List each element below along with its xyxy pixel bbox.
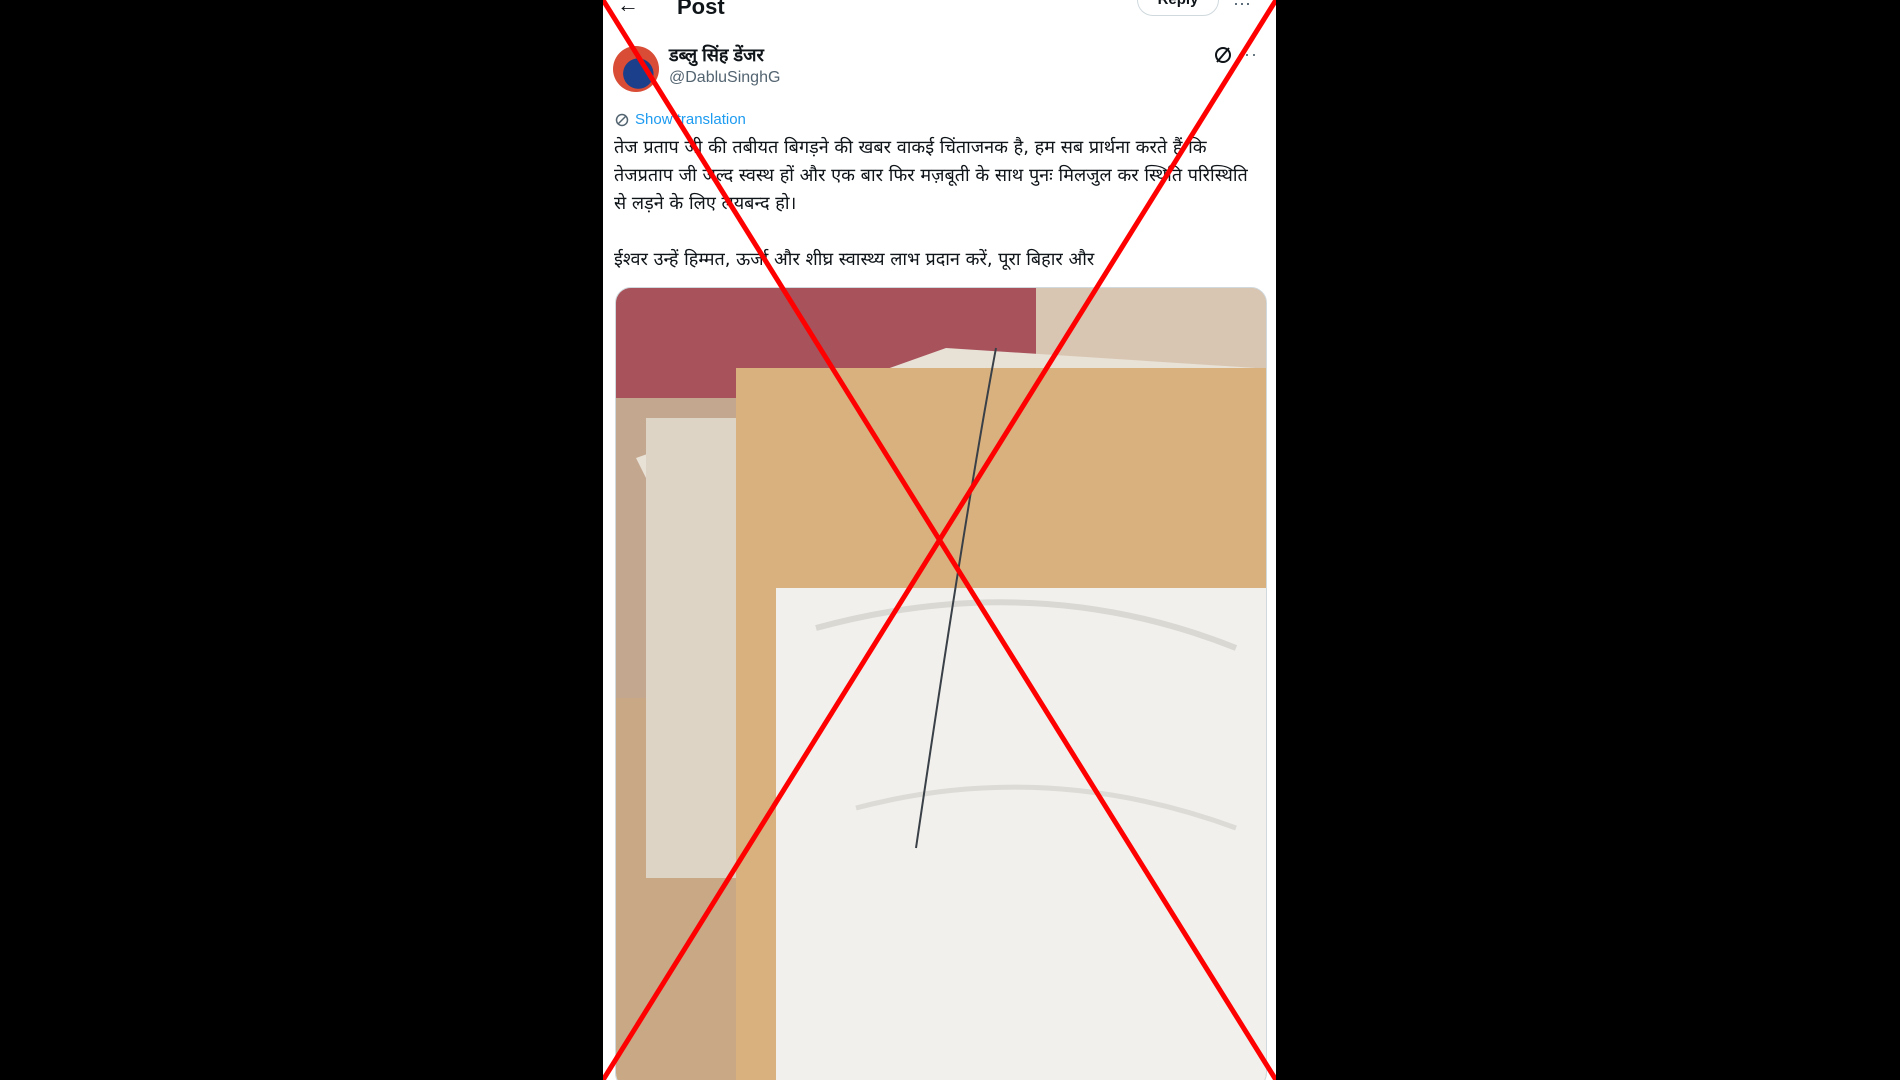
tweet-paragraph-1: तेज प्रताप जी की तबीयत बिगड़ने की खबर वा… [614,137,1248,214]
grok-icon[interactable] [1213,45,1233,65]
more-options-icon[interactable]: ··· [1237,44,1258,65]
show-translation-label[interactable]: Show translation [635,111,746,128]
post-header: ← Post Reply ⋯ [603,0,1276,22]
photo-placeholder [616,288,1266,1080]
translate-icon [615,113,629,126]
tweet-card: ← Post Reply ⋯ डब्लु सिंह डेंजर @DabluSi… [603,0,1276,1080]
tweet-text: तेज प्रताप जी की तबीयत बिगड़ने की खबर वा… [614,134,1264,274]
show-translation-link[interactable]: Show translation [615,111,746,128]
tweet-photo[interactable] [615,287,1267,1080]
page-title: Post [677,0,725,19]
tweet-paragraph-2: ईश्वर उन्हें हिम्मत, ऊर्जा और शीघ्र स्वा… [614,249,1095,270]
back-arrow-icon[interactable]: ← [617,0,639,18]
author-handle[interactable]: @DabluSinghG [669,69,780,87]
header-more-icon[interactable]: ⋯ [1233,0,1251,15]
author-display-name[interactable]: डब्लु सिंह डेंजर [669,43,764,67]
reply-button[interactable]: Reply [1137,0,1219,16]
avatar[interactable] [613,46,659,92]
